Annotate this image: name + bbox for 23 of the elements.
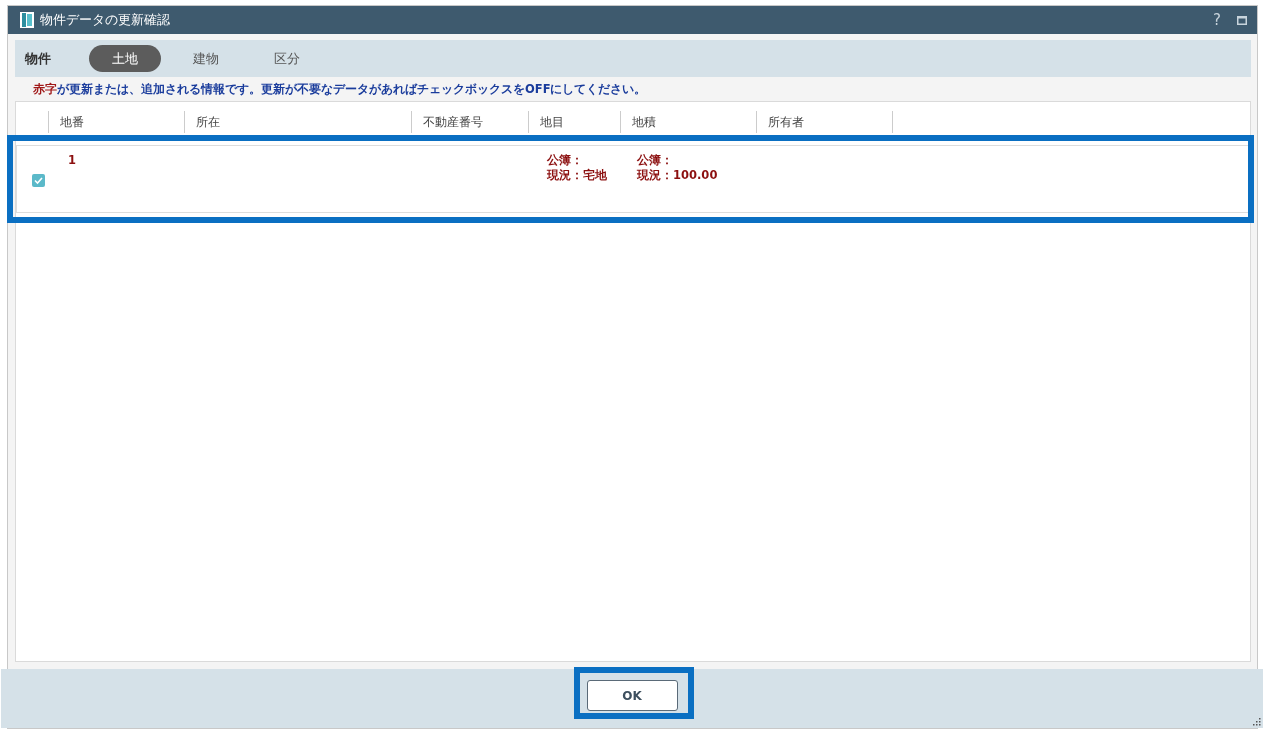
ok-button[interactable]: OK <box>586 680 678 711</box>
cell-text: 現況：100.00 <box>637 168 719 183</box>
column-header: 所在 <box>196 114 220 130</box>
instruction-text: 赤字が更新または、追加される情報です。更新が不要なデータがあればチェックボックスをOFFにしてください。 <box>32 80 648 98</box>
help-button[interactable]: ? <box>1213 11 1221 29</box>
cell-text: 1 <box>68 153 77 168</box>
column-header: 所有者 <box>768 114 804 130</box>
property-label: 物件 <box>25 49 52 68</box>
property-tab[interactable]: 建物 <box>170 45 242 72</box>
property-tab[interactable]: 区分 <box>251 45 323 72</box>
cell-text: 現況：宅地 <box>547 168 608 183</box>
column-header: 地番 <box>60 114 84 130</box>
cell-text: 公簿： <box>637 153 674 168</box>
property-tab[interactable]: 土地 <box>89 45 161 72</box>
maximize-icon[interactable] <box>1237 15 1247 25</box>
column-header: 地積 <box>632 114 656 130</box>
app-logo-icon <box>20 12 34 28</box>
row-checkbox[interactable] <box>32 174 45 187</box>
cell-text: 公簿： <box>547 153 583 168</box>
column-header: 不動産番号 <box>423 114 483 130</box>
resize-grip-icon[interactable] <box>1253 718 1261 726</box>
window-title: 物件データの更新確認 <box>40 11 171 29</box>
column-header: 地目 <box>540 114 564 130</box>
